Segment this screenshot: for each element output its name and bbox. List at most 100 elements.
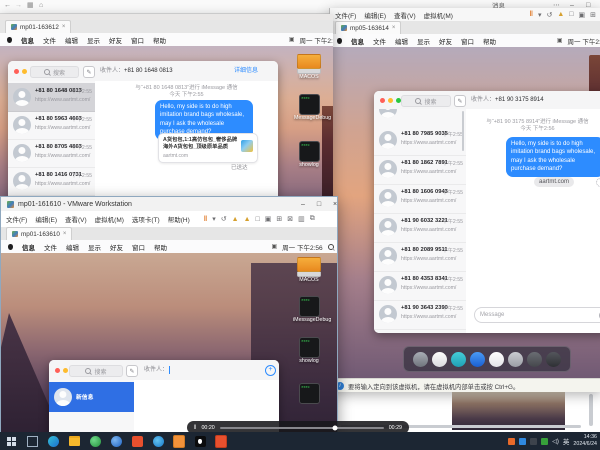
menu-buddies[interactable]: 好友: [109, 35, 122, 45]
tray-app-green-icon[interactable]: [541, 438, 548, 445]
link-preview-card[interactable]: A货包包,1:1高仿包包_奢侈品牌海外A货包包_顶级原单品质 aartmt.co…: [158, 133, 258, 163]
message-input[interactable]: Message: [474, 307, 600, 323]
to-value[interactable]: +81 90 3175 8914: [495, 97, 544, 104]
pause-icon[interactable]: ‖: [194, 425, 196, 431]
unity-icon[interactable]: ▣: [579, 11, 586, 19]
compose-button[interactable]: ✎: [454, 95, 466, 107]
menu-file[interactable]: 文件(F): [6, 214, 27, 224]
desktop-icon-partial[interactable]: [293, 383, 325, 404]
dock-photos-icon[interactable]: [508, 352, 523, 367]
pause-vm-icon[interactable]: ‖: [204, 216, 207, 223]
menu-window[interactable]: 窗口: [461, 36, 474, 46]
unity-icon[interactable]: ▣: [265, 215, 272, 223]
tray-bluetooth-icon[interactable]: [519, 438, 526, 445]
menu-window[interactable]: 窗口: [131, 35, 144, 45]
desktop-icon-macos[interactable]: MACOS: [293, 257, 325, 283]
apple-menu-icon[interactable]: [8, 244, 13, 250]
menu-edit[interactable]: 编辑(E): [35, 214, 57, 224]
conversation-item[interactable]: +81 80 1862 7891 下午2:55 https://www.aart…: [374, 155, 466, 185]
menu-view[interactable]: 显示: [88, 242, 101, 252]
menu-help[interactable]: 帮助: [153, 35, 166, 45]
dock-messages-icon[interactable]: [527, 352, 542, 367]
link-loading-bubble[interactable]: aartmt.com: [534, 177, 574, 187]
dock-settings-icon[interactable]: [546, 352, 561, 367]
seek-bar[interactable]: [220, 427, 384, 429]
dock-launchpad-icon[interactable]: [432, 352, 447, 367]
taskbar-app-blue-icon[interactable]: [110, 435, 122, 447]
vmware-tools-icon[interactable]: ▣: [557, 37, 563, 44]
menubar-clock[interactable]: 周一 下午2:56: [568, 36, 600, 46]
taskbar-app-green-icon[interactable]: [89, 435, 101, 447]
close-window-icon[interactable]: [55, 368, 60, 373]
details-button[interactable]: 详细信息: [234, 68, 258, 75]
desktop-icon-messagedebug[interactable]: MessageDebug: [294, 94, 324, 121]
conversation-item-selected[interactable]: +81 80 1648 0813 下午2:55 https://www.aart…: [8, 83, 95, 112]
close-window-icon[interactable]: [380, 98, 385, 103]
menu-messages[interactable]: 信息: [21, 35, 34, 45]
panel-icon[interactable]: ▥: [298, 215, 305, 223]
menu-edit[interactable]: 编辑: [65, 35, 78, 45]
multi-monitor-icon[interactable]: ⧉: [310, 215, 315, 223]
maximize-button[interactable]: □: [311, 201, 327, 208]
taskbar-edge-icon[interactable]: [47, 435, 59, 447]
minimize-window-icon[interactable]: [22, 69, 27, 74]
minimize-button[interactable]: –: [295, 201, 311, 208]
start-button[interactable]: [5, 435, 17, 447]
vmware-tools-icon[interactable]: ▣: [289, 36, 295, 43]
menu-messages[interactable]: 信息: [22, 242, 35, 252]
fullscreen-icon[interactable]: □: [256, 216, 260, 223]
menu-view[interactable]: 查看(V): [394, 10, 416, 20]
apple-menu-icon[interactable]: [337, 38, 342, 44]
search-input[interactable]: 搜索: [401, 95, 451, 107]
conversation-item[interactable]: +81 90 3643 2390 下午2:55 https://www.aart…: [374, 300, 466, 330]
menu-help[interactable]: 帮助: [483, 36, 496, 46]
menu-tabs[interactable]: 选项卡(T): [132, 214, 160, 224]
menu-buddies[interactable]: 好友: [439, 36, 452, 46]
pause-vm-icon[interactable]: ‖: [529, 11, 532, 18]
task-view-button[interactable]: [26, 435, 38, 447]
menu-file[interactable]: 文件: [373, 36, 386, 46]
snapshot-icon[interactable]: ▲: [232, 216, 239, 223]
dock-clock-icon[interactable]: [489, 352, 504, 367]
conversation-item[interactable]: +81 80 1606 0943 下午2:55 https://www.aart…: [374, 184, 466, 214]
taskbar-app-red-icon[interactable]: [215, 435, 227, 447]
minimize-window-icon[interactable]: [63, 368, 68, 373]
menubar-clock[interactable]: 周一 下午2:56: [282, 242, 322, 252]
dock-safari-icon[interactable]: [451, 352, 466, 367]
dropdown-icon[interactable]: ▾: [212, 215, 216, 223]
tray-app-dark-icon[interactable]: [530, 438, 537, 445]
grid-icon[interactable]: ▦: [27, 2, 34, 10]
conversation-item[interactable]: +81 80 8705 4863 下午2:55 https://www.aart…: [8, 139, 95, 168]
fullscreen-icon[interactable]: □: [569, 11, 573, 18]
desktop-icon-showlog[interactable]: showlog: [294, 141, 324, 168]
menu-edit[interactable]: 编辑: [66, 242, 79, 252]
window-titlebar[interactable]: mp01-161610 - VMware Workstation – □ ×: [1, 197, 338, 211]
seek-handle[interactable]: [332, 425, 337, 430]
message-bubble-sent[interactable]: Hello, my side is to do high imitation b…: [506, 137, 600, 177]
conversation-item[interactable]: +81 90 6032 3221 下午2:55 https://www.aart…: [374, 213, 466, 243]
menu-file[interactable]: 文件: [44, 242, 57, 252]
menu-help[interactable]: 帮助: [154, 242, 167, 252]
desktop-icon-imessagedebug[interactable]: iMessageDebug: [293, 296, 325, 323]
vm-tab-mp01-163610[interactable]: mp01-163610 ×: [6, 227, 72, 240]
menu-file[interactable]: 文件(F): [335, 10, 356, 20]
home-icon[interactable]: ⌂: [39, 2, 43, 10]
snapshot-icon[interactable]: ▲: [557, 11, 564, 18]
taskbar-app-orange2-icon[interactable]: [173, 435, 185, 447]
menu-window[interactable]: 窗口: [132, 242, 145, 252]
list-scrollbar[interactable]: [462, 111, 464, 151]
menu-view[interactable]: 查看(V): [65, 214, 87, 224]
vm-tab-mp05-163614[interactable]: mp05-163614 ×: [335, 21, 401, 34]
dock-siri-icon[interactable]: [470, 352, 485, 367]
taskbar-explorer-icon[interactable]: [68, 435, 80, 447]
close-button[interactable]: ×: [327, 201, 338, 208]
conversation-item[interactable]: +81 80 7985 9035 下午2:55 https://www.aart…: [374, 126, 466, 156]
tab-close-icon[interactable]: ×: [63, 231, 67, 237]
menu-vm[interactable]: 虚拟机(M): [95, 214, 124, 224]
taskbar-app-blue2-icon[interactable]: [152, 435, 164, 447]
menu-file[interactable]: 文件: [43, 35, 56, 45]
tab-close-icon[interactable]: ×: [62, 24, 66, 30]
desktop-icon-macos[interactable]: MACOS: [294, 54, 324, 80]
vmware-tools-icon[interactable]: ▣: [271, 243, 277, 250]
menu-help[interactable]: 帮助(H): [168, 214, 190, 224]
